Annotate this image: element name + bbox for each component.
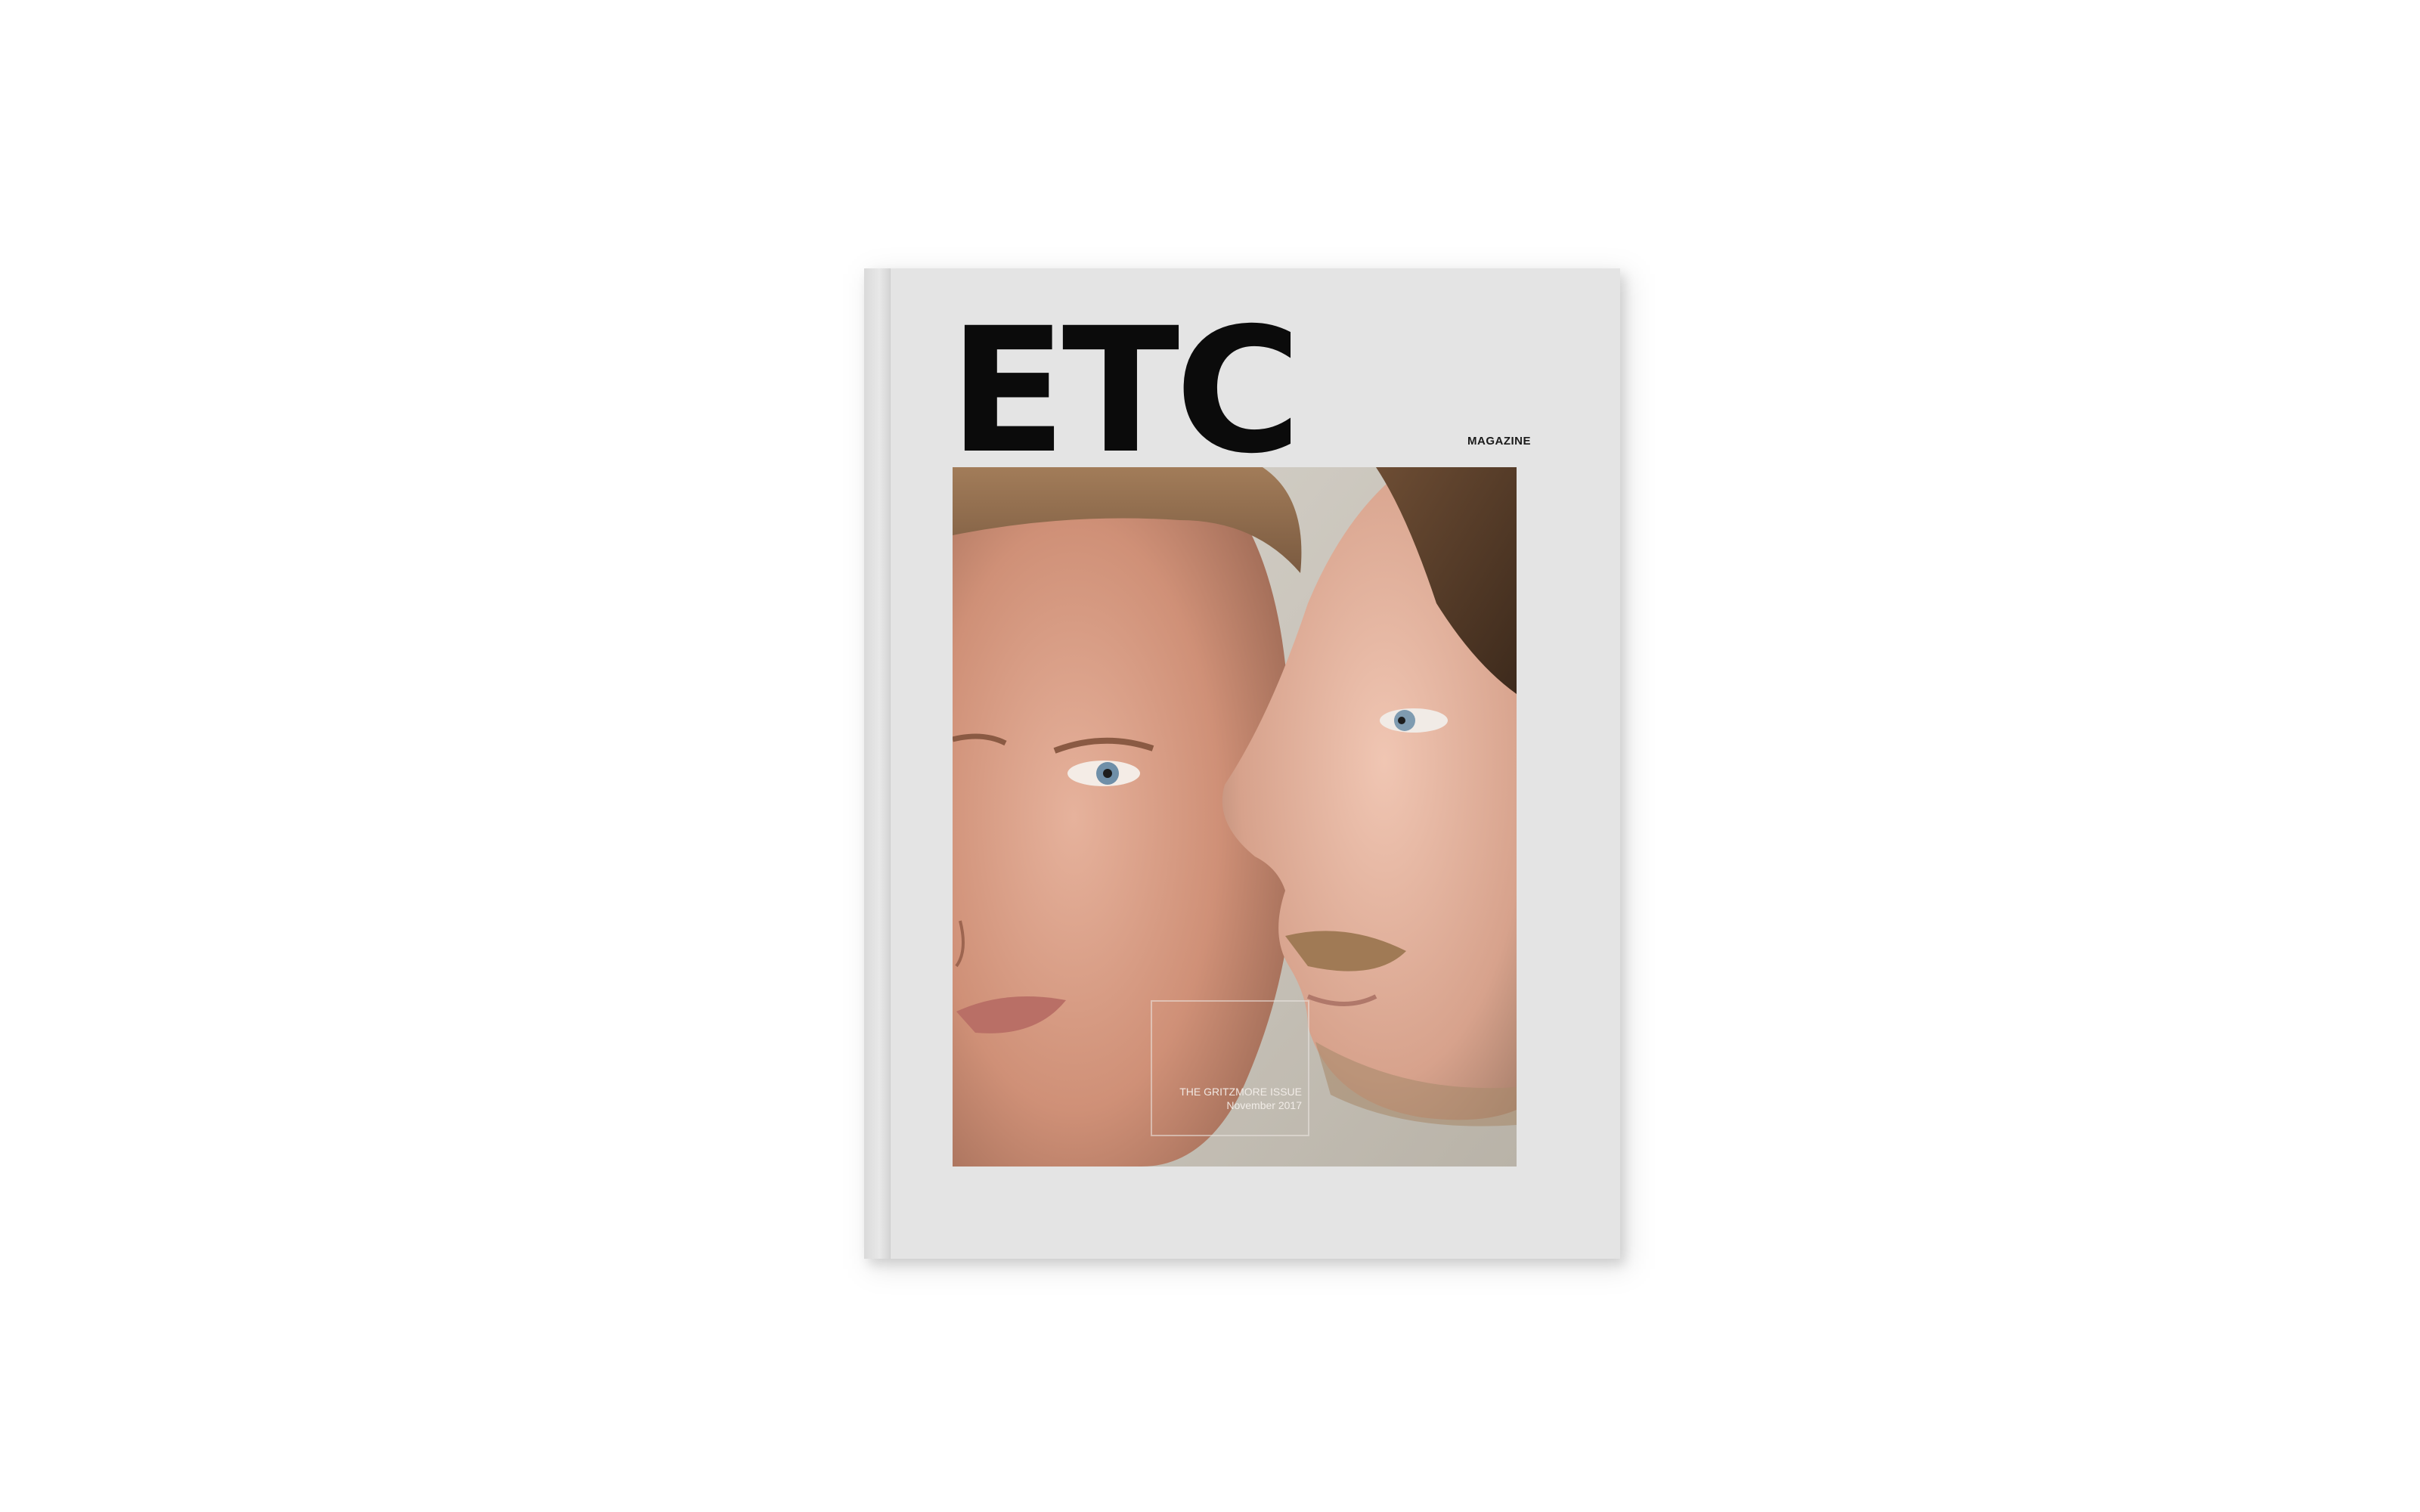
product-stage: ETC MAGAZINE THE GRITZMORE ISSUE Novembe… — [0, 0, 2420, 1512]
cover-photo: THE GRITZMORE ISSUE November 2017 — [953, 467, 1517, 1167]
issue-frame: THE GRITZMORE ISSUE November 2017 — [1151, 1000, 1309, 1136]
issue-date: November 2017 — [1226, 1099, 1302, 1111]
magazine-logo: ETC — [949, 290, 1302, 491]
magazine-spine — [864, 268, 891, 1259]
magazine-cover: ETC MAGAZINE THE GRITZMORE ISSUE Novembe… — [864, 268, 1620, 1259]
magazine-tagline: MAGAZINE — [1467, 435, 1531, 448]
issue-title: THE GRITZMORE ISSUE — [1179, 1086, 1302, 1098]
